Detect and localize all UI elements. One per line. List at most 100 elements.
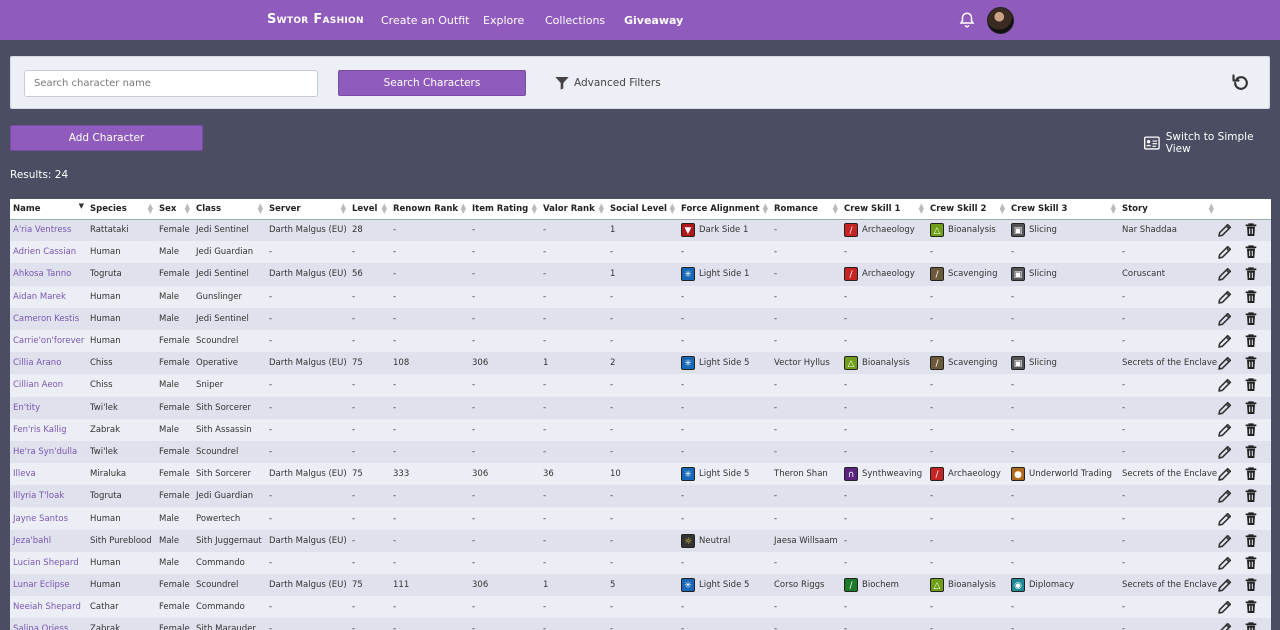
edit-icon[interactable] bbox=[1217, 577, 1233, 593]
character-name-link[interactable]: A'ria Ventress bbox=[10, 219, 87, 242]
table-cell: - bbox=[927, 241, 1008, 264]
delete-icon[interactable] bbox=[1243, 555, 1259, 571]
table-cell: ▼ Dark Side 1 bbox=[678, 219, 771, 242]
table-cell: - bbox=[678, 374, 771, 397]
delete-icon[interactable] bbox=[1243, 311, 1259, 327]
character-name-link[interactable]: Lucian Shepard bbox=[10, 551, 87, 574]
character-name-link[interactable]: Lunar Eclipse bbox=[10, 574, 87, 597]
nav-collections[interactable]: Collections bbox=[545, 14, 605, 27]
edit-icon[interactable] bbox=[1217, 333, 1233, 349]
column-header[interactable]: Class ▲ ▼ bbox=[193, 199, 266, 220]
delete-icon[interactable] bbox=[1243, 444, 1259, 460]
nav-create-outfit[interactable]: Create an Outfit bbox=[381, 14, 469, 27]
table-cell: Female bbox=[156, 463, 193, 486]
edit-icon[interactable] bbox=[1217, 621, 1233, 630]
advanced-filters-button[interactable]: Advanced Filters bbox=[554, 75, 661, 91]
delete-icon[interactable] bbox=[1243, 488, 1259, 504]
edit-icon[interactable] bbox=[1217, 511, 1233, 527]
edit-icon[interactable] bbox=[1217, 466, 1233, 482]
delete-icon[interactable] bbox=[1243, 377, 1259, 393]
character-name-link[interactable]: He'ra Syn'dulla bbox=[10, 440, 87, 464]
nav-giveaway[interactable]: Giveaway bbox=[624, 14, 683, 27]
delete-icon[interactable] bbox=[1243, 400, 1259, 416]
table-cell: - bbox=[469, 241, 540, 264]
search-characters-button[interactable]: Search Characters bbox=[338, 70, 526, 96]
delete-icon[interactable] bbox=[1243, 621, 1259, 630]
top-navbar: Swtor Fashion Create an Outfit Explore C… bbox=[0, 0, 1280, 40]
column-header[interactable]: Server ▲ ▼ bbox=[266, 199, 349, 220]
edit-icon[interactable] bbox=[1217, 222, 1233, 238]
switch-view-button[interactable]: Switch to Simple View bbox=[1144, 131, 1280, 155]
character-name-link[interactable]: Fen'ris Kallig bbox=[10, 418, 87, 441]
edit-icon[interactable] bbox=[1217, 599, 1233, 615]
delete-icon[interactable] bbox=[1243, 333, 1259, 349]
edit-icon[interactable] bbox=[1217, 555, 1233, 571]
column-header[interactable]: Valor Rank ▲ ▼ bbox=[540, 199, 607, 220]
table-cell: - bbox=[266, 329, 349, 353]
character-name-link[interactable]: Cillia Arano bbox=[10, 352, 87, 375]
edit-icon[interactable] bbox=[1217, 444, 1233, 460]
table-cell: Female bbox=[156, 329, 193, 353]
delete-icon[interactable] bbox=[1243, 422, 1259, 438]
character-name-link[interactable]: Ahkosa Tanno bbox=[10, 263, 87, 286]
character-name-link[interactable]: Salina Oriess bbox=[10, 618, 87, 630]
edit-icon[interactable] bbox=[1217, 422, 1233, 438]
delete-icon[interactable] bbox=[1243, 355, 1259, 371]
search-input[interactable] bbox=[24, 70, 318, 97]
edit-icon[interactable] bbox=[1217, 355, 1233, 371]
column-header[interactable]: Story ▲ ▼ bbox=[1119, 199, 1217, 220]
character-name-link[interactable]: Illeva bbox=[10, 463, 87, 486]
delete-icon[interactable] bbox=[1243, 511, 1259, 527]
character-name-link[interactable]: Adrien Cassian bbox=[10, 241, 87, 264]
character-name-link[interactable]: Jayne Santos bbox=[10, 507, 87, 530]
column-header[interactable]: Romance ▲ ▼ bbox=[771, 199, 841, 220]
character-name-link[interactable]: Illyria T'loak bbox=[10, 485, 87, 508]
edit-icon[interactable] bbox=[1217, 488, 1233, 504]
edit-icon[interactable] bbox=[1217, 533, 1233, 549]
delete-icon[interactable] bbox=[1243, 466, 1259, 482]
edit-icon[interactable] bbox=[1217, 377, 1233, 393]
edit-icon[interactable] bbox=[1217, 244, 1233, 260]
column-header[interactable]: Name ▼ bbox=[10, 199, 87, 220]
edit-icon[interactable] bbox=[1217, 266, 1233, 282]
add-character-button[interactable]: Add Character bbox=[10, 125, 203, 151]
nav-explore[interactable]: Explore bbox=[483, 14, 524, 27]
user-avatar[interactable] bbox=[987, 7, 1014, 34]
delete-icon[interactable] bbox=[1243, 289, 1259, 305]
column-header[interactable]: Social Level ▲ ▼ bbox=[607, 199, 678, 220]
delete-icon[interactable] bbox=[1243, 244, 1259, 260]
brand-logo[interactable]: Swtor Fashion bbox=[267, 12, 364, 27]
character-name-link[interactable]: Neeiah Shepard bbox=[10, 596, 87, 619]
column-header[interactable]: Force Alignment ▲ ▼ bbox=[678, 199, 771, 220]
character-name-link[interactable]: Cillian Aeon bbox=[10, 374, 87, 397]
column-header[interactable]: Sex ▲ ▼ bbox=[156, 199, 193, 220]
delete-icon[interactable] bbox=[1243, 577, 1259, 593]
column-header[interactable]: Crew Skill 1 ▲ ▼ bbox=[841, 199, 927, 220]
character-name-link[interactable]: En'tity bbox=[10, 396, 87, 419]
table-cell: - bbox=[771, 418, 841, 441]
edit-icon[interactable] bbox=[1217, 289, 1233, 305]
column-header[interactable]: Renown Rank ▲ ▼ bbox=[390, 199, 469, 220]
bell-icon[interactable] bbox=[958, 11, 976, 29]
delete-icon[interactable] bbox=[1243, 266, 1259, 282]
reset-icon[interactable] bbox=[1231, 73, 1251, 93]
table-cell: - bbox=[927, 440, 1008, 464]
delete-icon[interactable] bbox=[1243, 533, 1259, 549]
table-cell: ✳ Light Side 1 bbox=[678, 263, 771, 286]
column-header[interactable]: Species ▲ ▼ bbox=[87, 199, 156, 220]
table-cell: - bbox=[841, 329, 927, 353]
delete-icon[interactable] bbox=[1243, 222, 1259, 238]
edit-icon[interactable] bbox=[1217, 400, 1233, 416]
character-name-link[interactable]: Cameron Kestis bbox=[10, 307, 87, 330]
character-name-link[interactable]: Carrie'on'forever bbox=[10, 329, 87, 353]
delete-icon[interactable] bbox=[1243, 599, 1259, 615]
column-header[interactable]: Crew Skill 2 ▲ ▼ bbox=[927, 199, 1008, 220]
table-cell: Jedi Guardian bbox=[193, 241, 266, 264]
column-header[interactable]: Crew Skill 3 ▲ ▼ bbox=[1008, 199, 1119, 220]
character-name-link[interactable]: Jeza'bahl bbox=[10, 529, 87, 552]
column-header[interactable]: Level ▲ ▼ bbox=[349, 199, 390, 220]
edit-icon[interactable] bbox=[1217, 311, 1233, 327]
table-cell: - bbox=[607, 374, 678, 397]
column-header[interactable]: Item Rating ▲ ▼ bbox=[469, 199, 540, 220]
character-name-link[interactable]: Aidan Marek bbox=[10, 285, 87, 308]
